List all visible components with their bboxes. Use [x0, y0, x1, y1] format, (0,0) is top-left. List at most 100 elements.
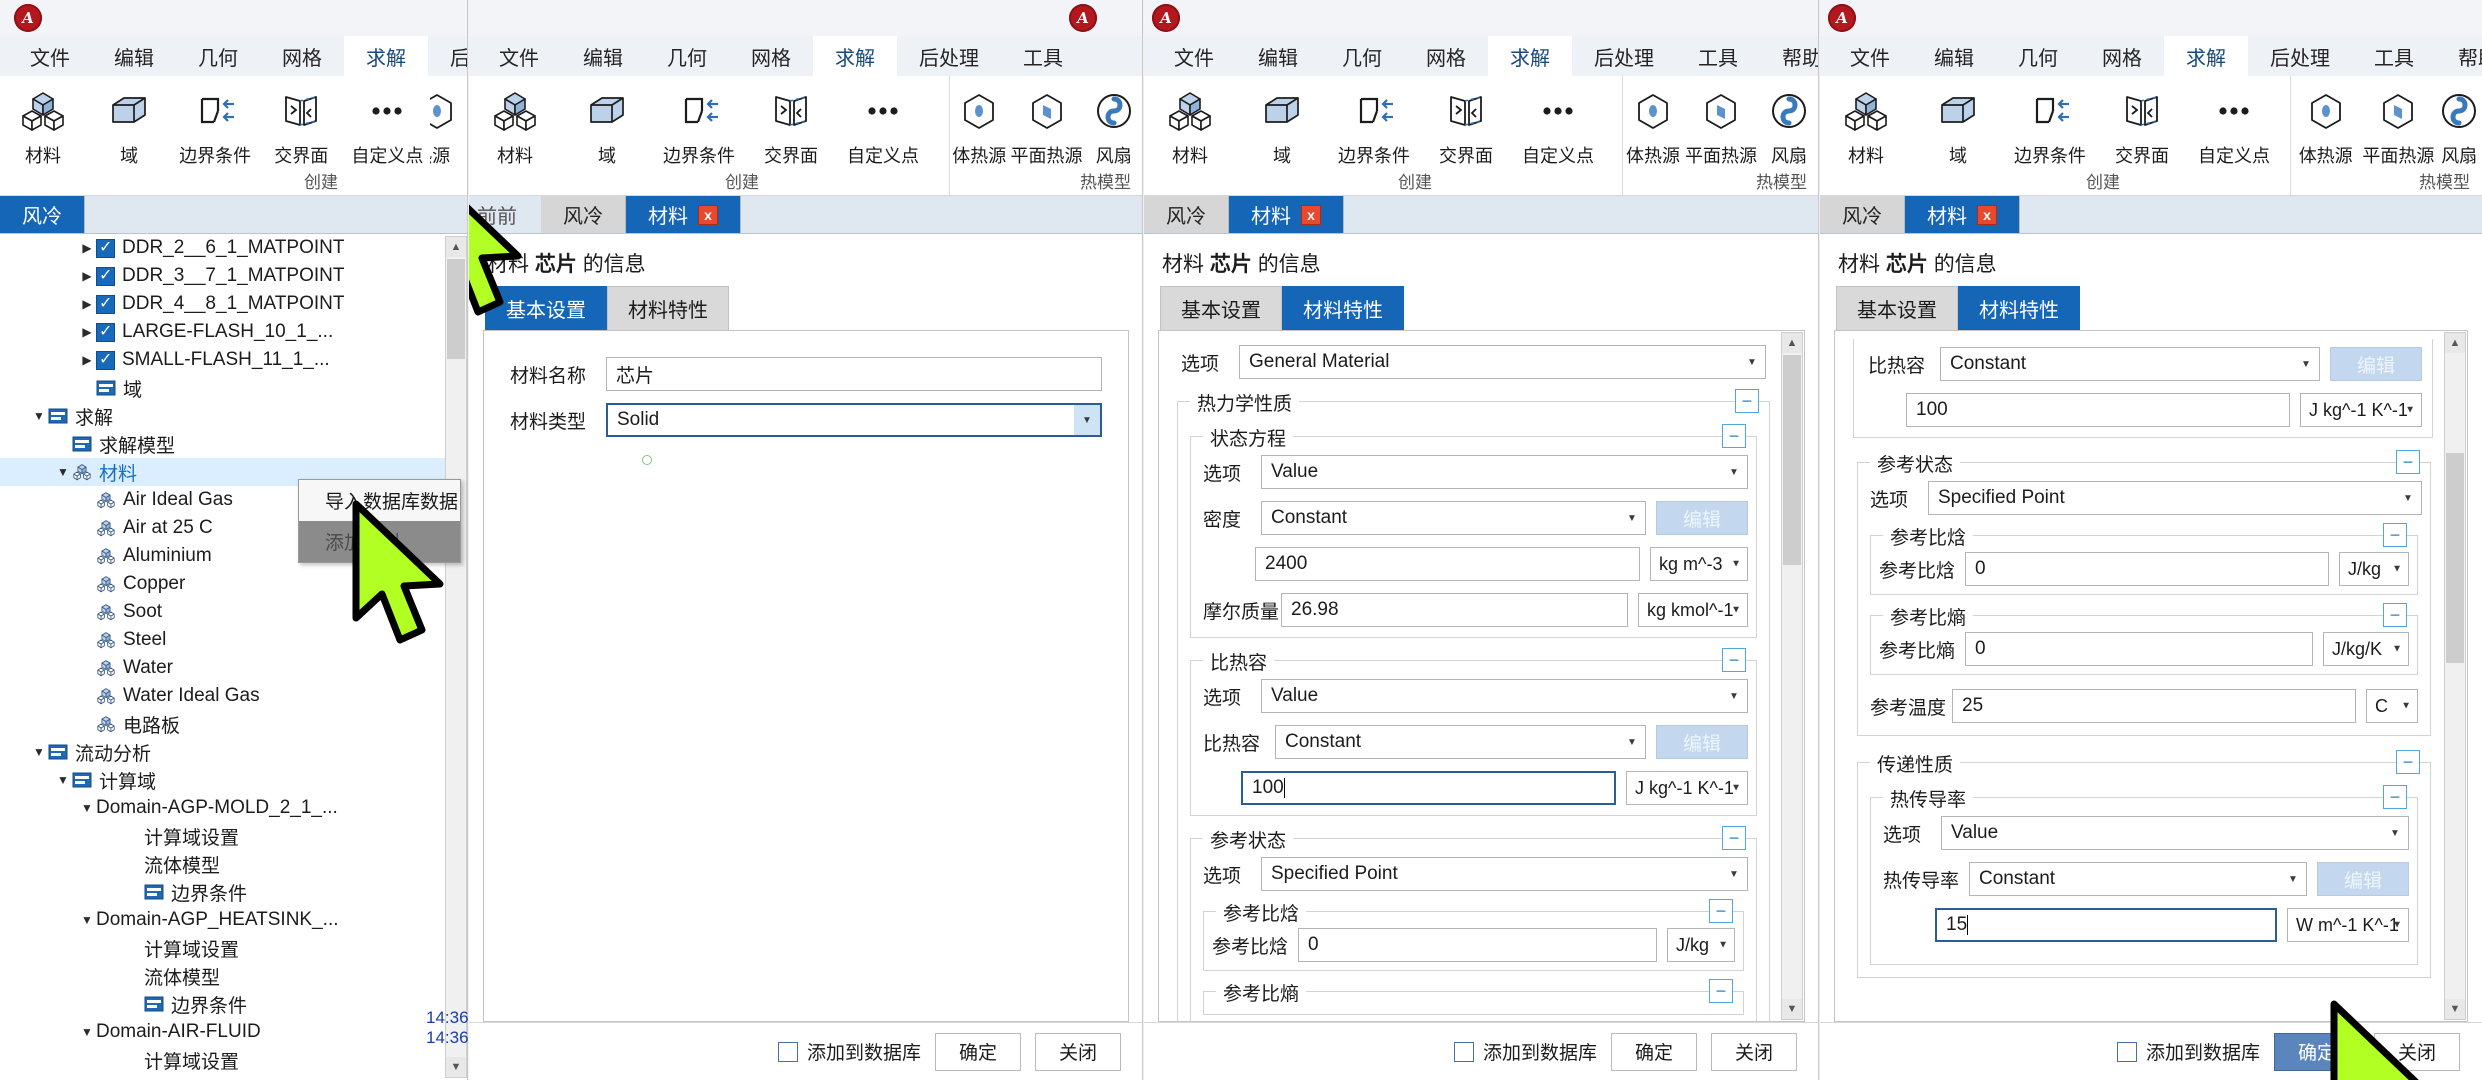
tree-item[interactable]: Water — [0, 654, 468, 682]
scroll-down-arrow[interactable]: ▼ — [1782, 999, 1802, 1019]
doc-tab-project-3[interactable]: 风冷 — [1144, 196, 1229, 233]
chevron-down-icon[interactable]: ▼ — [78, 1025, 96, 1039]
ribbon-button-volume-heat-source-4[interactable]: 体热源 — [2291, 82, 2360, 168]
ribbon-button-custom-point-3[interactable]: 自定义点 — [1512, 82, 1604, 168]
ok-button-3[interactable]: 确定 — [1611, 1033, 1697, 1071]
input-density-value[interactable]: 2400 — [1255, 547, 1640, 581]
close-icon[interactable]: x — [1977, 205, 1997, 225]
tree-item[interactable]: ▼Domain-AGP_HEATSINK_... — [0, 906, 468, 934]
menu-geometry[interactable]: 几何 — [176, 36, 260, 76]
chevron-right-icon[interactable]: ▶ — [78, 297, 96, 311]
ribbon-button-interface-4[interactable]: 交界面 — [2096, 82, 2188, 168]
tree-item[interactable]: ▼Domain-AIR-FLUID — [0, 1018, 468, 1046]
tab-basic-settings-2[interactable]: 基本设置 — [485, 286, 607, 330]
checkbox-add-to-database-4[interactable]: 添加到数据库 — [2117, 1038, 2260, 1065]
chevron-down-icon[interactable]: ▼ — [30, 409, 48, 423]
tree-item[interactable]: ▼求解 — [0, 402, 468, 430]
ok-button-4[interactable]: 确定 — [2274, 1033, 2360, 1071]
close-button-3[interactable]: 关闭 — [1711, 1033, 1797, 1071]
ribbon-button-domain[interactable]: 域 — [86, 82, 172, 168]
ribbon-button-volume-heat-source-partial[interactable]: 体热源 — [430, 82, 468, 168]
chevron-down-icon[interactable]: ▼ — [2401, 701, 2411, 712]
tree-item[interactable]: ▶DDR_2__6_1_MATPOINT — [0, 234, 468, 262]
ribbon-button-material-2[interactable]: 材料 — [469, 82, 561, 168]
menu-geometry-4[interactable]: 几何 — [1996, 36, 2080, 76]
tree-item[interactable]: 求解模型 — [0, 430, 468, 458]
tree-checkbox[interactable] — [96, 267, 115, 286]
collapse-specific-heat-button[interactable]: − — [1722, 648, 1746, 672]
menu-geometry-2[interactable]: 几何 — [645, 36, 729, 76]
collapse-state-equation-button[interactable]: − — [1722, 424, 1746, 448]
chevron-down-icon[interactable]: ▼ — [30, 745, 48, 759]
chevron-down-icon[interactable]: ▼ — [1721, 858, 1747, 890]
tree-item[interactable]: 流体模型 — [0, 850, 468, 878]
input-ref-enthalpy[interactable]: 0 — [1298, 928, 1657, 962]
doc-tab-material-2[interactable]: 材料 x — [626, 196, 741, 233]
select-ref-temperature-unit-4[interactable]: C ▼ — [2366, 689, 2418, 723]
select-general-material[interactable]: General Material ▼ — [1239, 345, 1766, 379]
select-molar-unit[interactable]: kg kmol^-1 ▼ — [1638, 593, 1748, 627]
ribbon-button-domain-2[interactable]: 域 — [561, 82, 653, 168]
chevron-right-icon[interactable]: ▶ — [78, 353, 96, 367]
chevron-down-icon[interactable]: ▼ — [54, 773, 72, 787]
tab-material-properties-4[interactable]: 材料特性 — [1958, 286, 2080, 330]
tab-basic-settings-4[interactable]: 基本设置 — [1836, 286, 1958, 330]
ribbon-button-boundary-condition[interactable]: 边界条件 — [172, 82, 258, 168]
ribbon-button-custom-point-2[interactable]: 自定义点 — [837, 82, 929, 168]
menu-solve-3[interactable]: 求解 — [1488, 36, 1572, 76]
doc-tab-prev[interactable]: 前前 — [469, 196, 541, 233]
tree-checkbox[interactable] — [96, 351, 115, 370]
menu-geometry-3[interactable]: 几何 — [1320, 36, 1404, 76]
input-molar-mass[interactable]: 26.98 — [1281, 593, 1628, 627]
doc-tab-project[interactable]: 风冷 — [0, 196, 85, 233]
collapse-reference-state-button[interactable]: − — [1722, 826, 1746, 850]
scro ll-up-arrow[interactable]: ▲ — [2445, 333, 2465, 353]
ribbon-button-custom-point-4[interactable]: 自定义点 — [2188, 82, 2280, 168]
input-material-name[interactable]: 芯片 — [606, 357, 1102, 391]
close-button-2[interactable]: 关闭 — [1035, 1033, 1121, 1071]
menu-postprocess-3[interactable]: 后处理 — [1572, 36, 1676, 76]
scroll-thumb[interactable] — [1783, 355, 1801, 565]
menu-edit-4[interactable]: 编辑 — [1912, 36, 1996, 76]
chevron-down-icon[interactable]: ▼ — [2293, 348, 2319, 380]
select-cp-option[interactable]: Value ▼ — [1261, 679, 1748, 713]
tree-checkbox[interactable] — [96, 323, 115, 342]
checkbox-add-to-database-2[interactable]: 添加到数据库 — [778, 1038, 921, 1065]
select-ref-enthalpy-unit[interactable]: J/kg ▼ — [1667, 928, 1735, 962]
collapse-thermodynamic-button[interactable]: − — [1735, 389, 1759, 413]
context-menu[interactable]: 导入数据库数据 添加材料 — [298, 479, 461, 563]
menu-edit[interactable]: 编辑 — [92, 36, 176, 76]
select-density-unit[interactable]: kg m^-3 ▼ — [1650, 547, 1748, 581]
scroll-thumb[interactable] — [447, 259, 465, 359]
chevron-down-icon[interactable]: ▼ — [2280, 863, 2306, 895]
edit-cond-button-4[interactable]: 编辑 — [2317, 862, 2409, 896]
collapse-thermal-conductivity-button-4[interactable]: − — [2383, 785, 2407, 809]
properties-scrollbar-4[interactable]: ▲ ▼ — [2444, 332, 2466, 1020]
collapse-transport-button-4[interactable]: − — [2396, 750, 2420, 774]
context-menu-item-import-database[interactable]: 导入数据库数据 — [299, 480, 460, 521]
scroll-up-arrow[interactable]: ▲ — [1782, 333, 1802, 353]
scroll-up-arrow[interactable]: ▲ — [446, 237, 466, 257]
tree-item[interactable]: Steel — [0, 626, 468, 654]
tree-checkbox[interactable] — [96, 295, 115, 314]
checkbox-add-to-database-3[interactable]: 添加到数据库 — [1454, 1038, 1597, 1065]
tab-basic-settings-3[interactable]: 基本设置 — [1160, 286, 1282, 330]
tree-item[interactable]: 边界条件 — [0, 878, 468, 906]
chevron-down-icon[interactable]: ▼ — [2395, 482, 2421, 514]
chevron-down-icon[interactable]: ▼ — [2392, 920, 2402, 931]
select-cond-unit-4[interactable]: W m^-1 K^-1 ▼ — [2287, 908, 2409, 942]
chevron-down-icon[interactable]: ▼ — [2392, 644, 2402, 655]
doc-tab-project-2[interactable]: 风冷 — [541, 196, 626, 233]
ribbon-button-material-4[interactable]: 材料 — [1820, 82, 1912, 168]
collapse-ref-enthalpy-button[interactable]: − — [1709, 899, 1733, 923]
chevron-down-icon[interactable]: ▼ — [78, 913, 96, 927]
ribbon-button-plane-heat-source-3[interactable]: 平面热源 — [1683, 82, 1759, 168]
menu-mesh-3[interactable]: 网格 — [1404, 36, 1488, 76]
ribbon-button-volume-heat-source-3[interactable]: 体热源 — [1623, 82, 1683, 168]
menu-solve-4[interactable]: 求解 — [2164, 36, 2248, 76]
select-cp-unit[interactable]: J kg^-1 K^-1 ▼ — [1626, 771, 1748, 805]
menu-mesh-4[interactable]: 网格 — [2080, 36, 2164, 76]
edit-cp-button-4[interactable]: 编辑 — [2330, 347, 2422, 381]
menu-mesh-2[interactable]: 网格 — [729, 36, 813, 76]
select-density-mode[interactable]: Constant ▼ — [1261, 501, 1646, 535]
